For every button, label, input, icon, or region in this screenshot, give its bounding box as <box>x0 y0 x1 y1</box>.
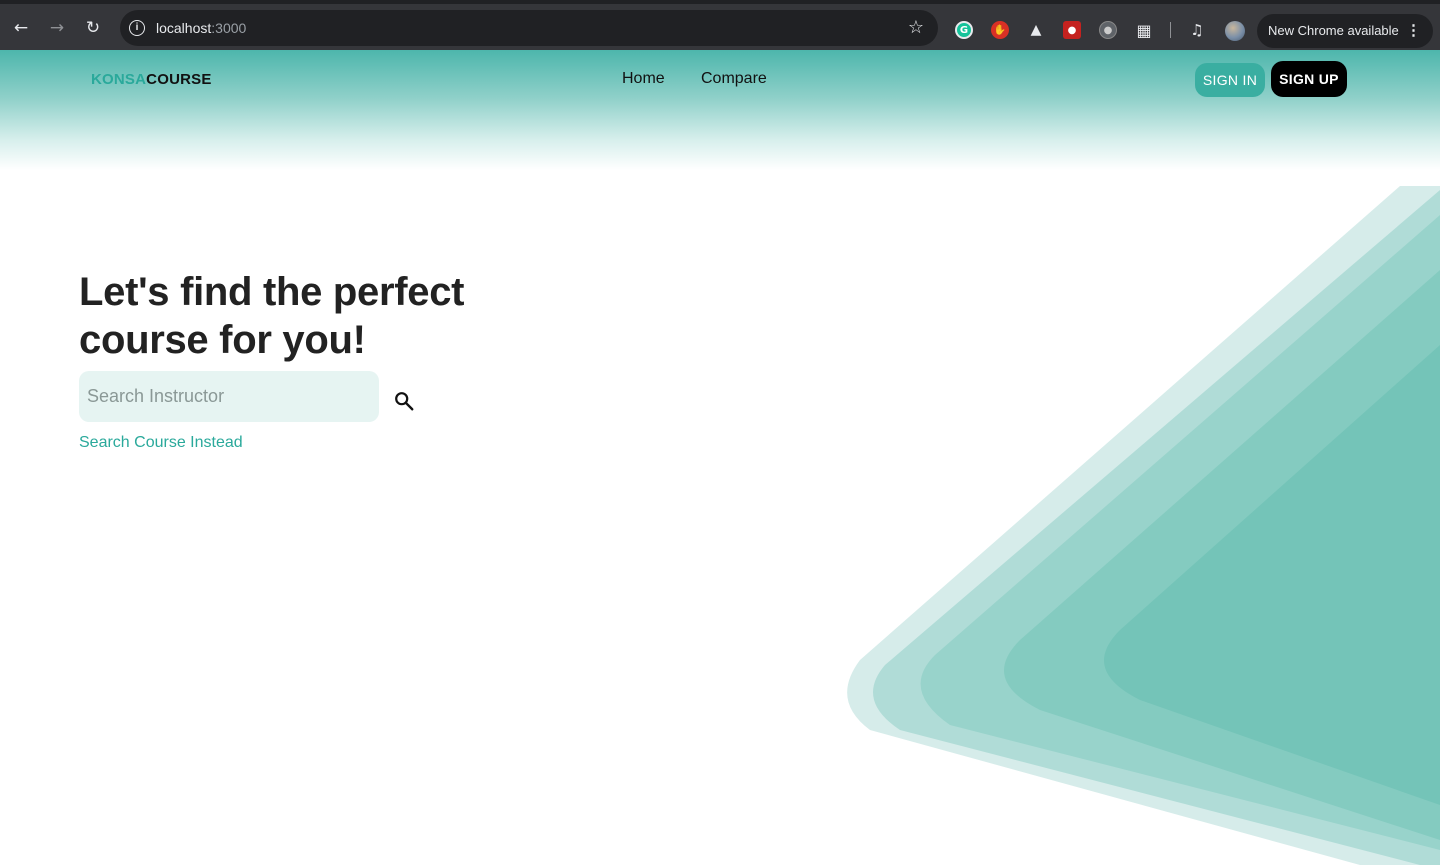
site-logo[interactable]: KONSACOURSE <box>91 71 212 88</box>
nav-home-link[interactable]: Home <box>622 70 665 88</box>
search-course-instead-link[interactable]: Search Course Instead <box>79 434 243 452</box>
sign-in-button[interactable]: SIGN IN <box>1195 63 1265 97</box>
sign-up-button[interactable]: SIGN UP <box>1271 61 1347 97</box>
nav-compare-link[interactable]: Compare <box>701 70 767 88</box>
logo-part-b: COURSE <box>146 71 212 88</box>
hero-title: Let's find the perfect course for you! <box>79 270 465 362</box>
logo-part-a: KONSA <box>91 71 147 88</box>
site-header: KONSACOURSE Home Compare SIGN IN SIGN UP <box>0 50 1440 170</box>
search-instructor-input[interactable] <box>79 371 379 422</box>
search-icon[interactable] <box>393 390 415 412</box>
